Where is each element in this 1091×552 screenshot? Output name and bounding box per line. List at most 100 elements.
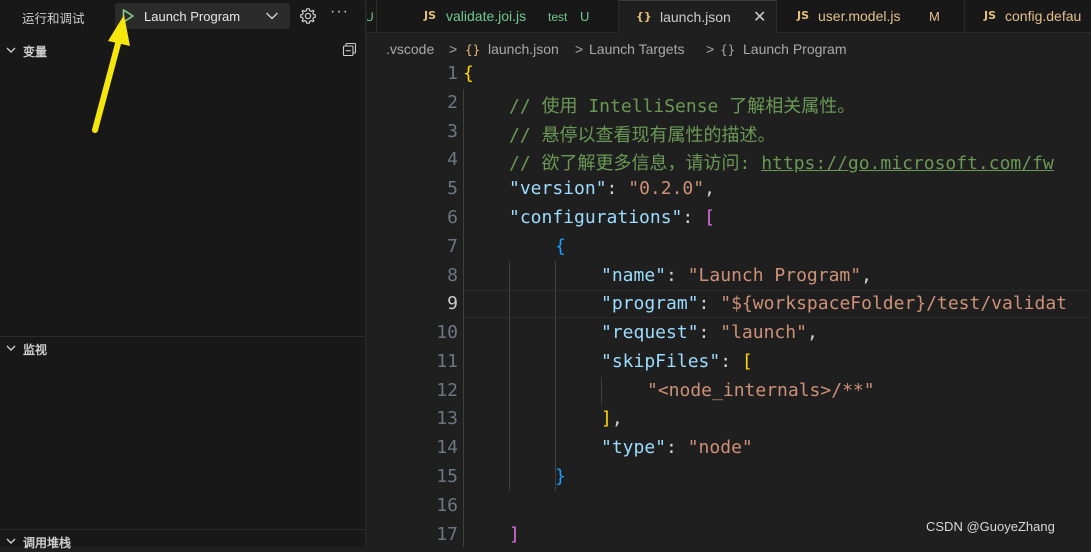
json-file-icon: {} — [636, 10, 652, 23]
editor-area: U JS validate.joi.js test U {} launch.js… — [367, 0, 1091, 547]
json-colon: : — [666, 437, 688, 458]
json-file-icon: {} — [465, 43, 481, 57]
call-stack-section-header[interactable]: 调用堆栈 — [0, 529, 366, 552]
json-key: "name" — [601, 265, 667, 286]
line-number: 15 — [436, 466, 458, 487]
js-file-icon: JS — [984, 9, 997, 22]
indent-guide — [601, 377, 602, 405]
code-line: ], — [601, 408, 623, 429]
tab-label: user.model.js — [818, 8, 901, 24]
json-string: "launch" — [720, 322, 807, 343]
chevron-down-icon — [6, 345, 16, 351]
code-line: "configurations": [ — [509, 207, 715, 228]
line-number: 14 — [436, 437, 458, 458]
tab-launch-json[interactable]: {} launch.json ✕ — [619, 0, 777, 33]
json-colon: : — [682, 207, 705, 228]
json-bracket: [ — [741, 351, 753, 372]
launch-config-label: Launch Program — [144, 9, 241, 24]
code-line: { — [555, 236, 566, 257]
code-line: "name": "Launch Program", — [601, 265, 872, 286]
tab-validate-joi[interactable]: JS validate.joi.js test U — [409, 0, 619, 32]
json-string: "<node_internals>/**" — [647, 380, 875, 401]
chevron-down-icon[interactable] — [265, 10, 279, 22]
code-line: "request": "launch", — [601, 322, 818, 343]
code-line: } — [555, 466, 566, 487]
editor-tab-bar: U JS validate.joi.js test U {} launch.js… — [367, 0, 1091, 33]
tab-badge: U — [367, 10, 374, 24]
more-actions-icon[interactable]: ··· — [330, 3, 349, 21]
line-number-current: 9 — [447, 293, 458, 314]
line-number: 10 — [436, 322, 458, 343]
json-comma: , — [611, 408, 623, 429]
tab-label: validate.joi.js — [446, 8, 527, 24]
json-colon: : — [606, 178, 629, 199]
line-number: 2 — [447, 92, 458, 113]
chevron-down-icon — [6, 47, 16, 53]
variables-section-header[interactable]: 变量 — [0, 39, 366, 61]
line-number: 16 — [436, 495, 458, 516]
code-line: ] — [509, 524, 520, 545]
watch-label: 监视 — [23, 343, 48, 357]
debug-sidebar: 运行和调试 Launch Program ··· 变量 监视 调用堆栈 — [0, 0, 366, 550]
json-string: "node" — [687, 437, 753, 458]
code-link[interactable]: https://go.microsoft.com/fw — [761, 153, 1054, 174]
line-number: 6 — [447, 207, 458, 228]
code-editor[interactable]: 1 2 3 4 5 6 7 8 9 10 11 12 13 14 15 16 1… — [367, 61, 1091, 547]
breadcrumb-item[interactable]: launch.json — [488, 41, 559, 57]
code-comment: // 悬停以查看现有属性的描述。 — [509, 125, 776, 146]
json-brace: { — [463, 63, 474, 84]
breadcrumb-item[interactable]: .vscode — [386, 41, 434, 57]
json-string: /test/validat — [926, 293, 1068, 314]
chevron-down-icon — [6, 538, 16, 544]
code-line: { — [463, 63, 474, 84]
tab-previous-file[interactable]: U — [367, 0, 377, 32]
breadcrumb: .vscode > {} launch.json > Launch Target… — [367, 33, 1091, 63]
annotation-arrow-icon — [92, 15, 130, 133]
tab-user-model[interactable]: JS user.model.js M — [777, 0, 965, 32]
line-number: 8 — [447, 265, 458, 286]
line-number: 7 — [447, 236, 458, 257]
json-key: "program" — [601, 293, 699, 314]
code-line: // 使用 IntelliSense 了解相关属性。 — [509, 92, 855, 118]
collapse-all-icon[interactable] — [342, 42, 357, 57]
tab-config-default[interactable]: JS config.defau — [965, 0, 1091, 32]
json-key: "type" — [601, 437, 667, 458]
code-line: "<node_internals>/**" — [647, 380, 875, 401]
json-colon: : — [698, 293, 721, 314]
json-bracket: [ — [704, 207, 715, 228]
line-number: 3 — [447, 121, 458, 142]
variables-label: 变量 — [23, 45, 48, 59]
json-key: "version" — [509, 178, 607, 199]
tab-label: config.defau — [1005, 8, 1082, 24]
json-bracket: ] — [509, 524, 520, 545]
json-key: "request" — [601, 322, 699, 343]
breadcrumb-separator: > — [575, 41, 584, 57]
json-comma: , — [806, 322, 818, 343]
debug-toolbar: 运行和调试 Launch Program ··· — [0, 0, 366, 33]
json-key: "configurations" — [509, 207, 683, 228]
line-number: 1 — [447, 63, 458, 84]
json-brace: { — [555, 236, 566, 257]
git-status-badge: U — [580, 9, 590, 24]
json-colon: : — [698, 322, 721, 343]
code-line: // 欲了解更多信息，请访问: https://go.microsoft.com… — [509, 149, 1054, 175]
code-line: // 悬停以查看现有属性的描述。 — [509, 121, 776, 147]
watermark: CSDN @GuoyeZhang — [926, 519, 1055, 534]
breadcrumb-item[interactable]: Launch Targets — [589, 41, 684, 57]
gear-icon[interactable] — [299, 7, 317, 25]
code-comment: // 使用 IntelliSense 了解相关属性。 — [509, 96, 856, 117]
breadcrumb-separator: > — [449, 41, 458, 57]
json-bracket: ] — [601, 408, 612, 429]
breadcrumb-item[interactable]: Launch Program — [743, 41, 847, 57]
watch-section-header[interactable]: 监视 — [0, 336, 366, 359]
code-line: "skipFiles": [ — [601, 351, 753, 372]
indent-guide — [463, 89, 464, 547]
json-string: "Launch Program" — [687, 265, 862, 286]
code-line: "type": "node" — [601, 437, 753, 458]
close-icon[interactable]: ✕ — [753, 7, 766, 26]
breadcrumb-separator: > — [706, 41, 715, 57]
json-string: "0.2.0" — [628, 178, 705, 199]
json-colon: : — [666, 265, 688, 286]
json-brace: } — [555, 466, 566, 487]
line-number: 5 — [447, 178, 458, 199]
